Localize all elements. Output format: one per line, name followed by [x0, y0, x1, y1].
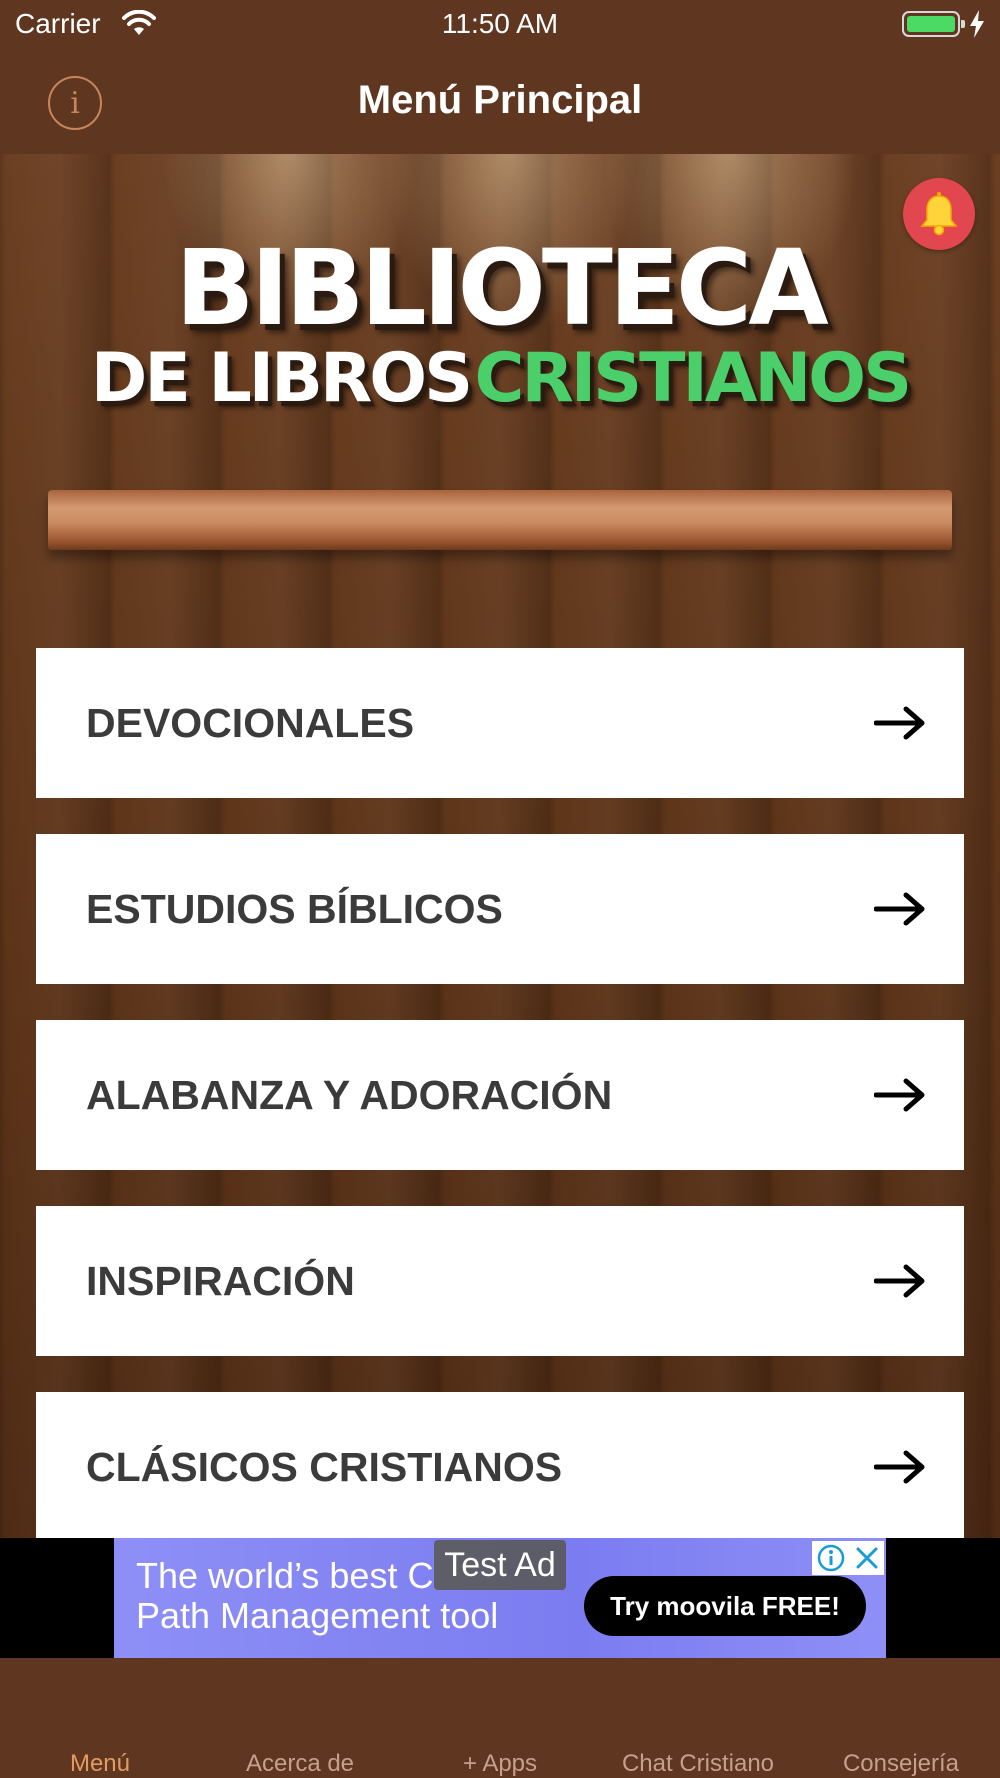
tab-bar: Menú Acerca de + Apps Chat Cristiano Con…	[0, 1658, 1000, 1778]
ad-headline-line2: Path Management tool	[136, 1595, 499, 1636]
arrow-right-icon	[874, 1078, 925, 1112]
ad-close-icon[interactable]	[855, 1546, 879, 1570]
tab-menu[interactable]: Menú	[30, 1750, 170, 1778]
tab-chat-cristiano[interactable]: Chat Cristiano	[598, 1750, 798, 1778]
main-content: BIBLIOTECA DE LIBROS CRISTIANOS DEVOCION…	[0, 154, 1000, 1538]
menu-item-clasicos-cristianos[interactable]: CLÁSICOS CRISTIANOS	[36, 1392, 964, 1538]
menu-item-label: CLÁSICOS CRISTIANOS	[86, 1443, 563, 1490]
test-ad-label: Test Ad	[434, 1540, 566, 1590]
battery-icon	[902, 11, 965, 37]
menu-item-label: ESTUDIOS BÍBLICOS	[86, 885, 503, 932]
menu-item-inspiracion[interactable]: INSPIRACIÓN	[36, 1206, 964, 1356]
navigation-bar: i Menú Principal	[0, 50, 1000, 154]
status-time: 11:50 AM	[441, 8, 559, 39]
status-bar: Carrier 11:50 AM	[0, 0, 1000, 50]
logo-title: BIBLIOTECA	[175, 227, 828, 349]
menu-item-label: ALABANZA Y ADORACIÓN	[86, 1071, 613, 1118]
ad-cta-button[interactable]: Try moovila FREE!	[584, 1576, 866, 1636]
adchoices-icon[interactable]	[812, 1541, 884, 1575]
charging-bolt-icon	[970, 10, 984, 38]
app-logo: BIBLIOTECA DE LIBROS CRISTIANOS	[0, 234, 1000, 438]
tab-consejeria[interactable]: Consejería	[818, 1750, 984, 1778]
menu-item-alabanza-y-adoracion[interactable]: ALABANZA Y ADORACIÓN	[36, 1020, 964, 1170]
logo-subtitle: DE LIBROS CRISTIANOS	[0, 338, 1000, 438]
arrow-right-icon	[874, 892, 925, 926]
notifications-button[interactable]	[903, 178, 975, 250]
arrow-right-icon	[874, 706, 925, 740]
logo-subtitle-white: DE LIBROS	[90, 339, 473, 418]
menu-item-label: INSPIRACIÓN	[86, 1257, 355, 1304]
wooden-shelf	[48, 490, 952, 550]
logo-subtitle-green: CRISTIANOS	[474, 339, 913, 418]
page-title: Menú Principal	[357, 78, 643, 122]
ad-info-icon[interactable]	[817, 1544, 845, 1572]
arrow-right-icon	[874, 1264, 925, 1298]
tab-apps[interactable]: + Apps	[420, 1750, 580, 1778]
arrow-right-icon	[874, 1450, 925, 1484]
menu-item-label: DEVOCIONALES	[86, 699, 415, 746]
menu-item-estudios-biblicos[interactable]: ESTUDIOS BÍBLICOS	[36, 834, 964, 984]
bell-icon	[920, 192, 958, 236]
tab-acerca-de[interactable]: Acerca de	[210, 1750, 390, 1778]
menu-item-devocionales[interactable]: DEVOCIONALES	[36, 648, 964, 798]
